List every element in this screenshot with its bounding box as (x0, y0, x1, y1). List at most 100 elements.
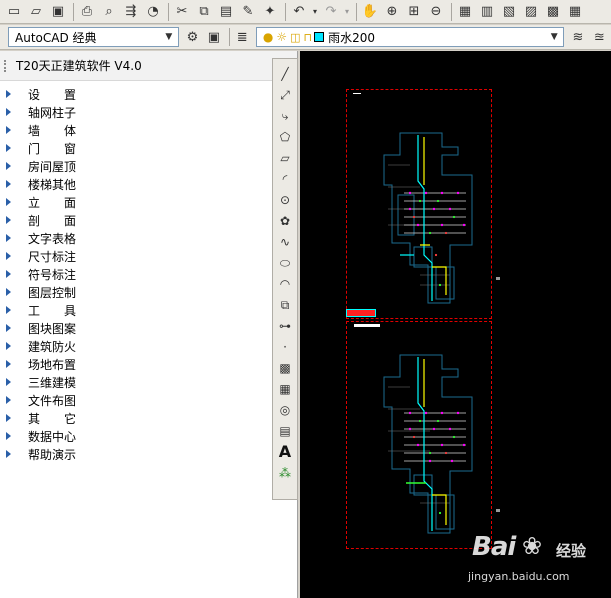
layer-select[interactable]: ● ☼ ◫ ⊓ 雨水200 ▼ (255, 27, 565, 47)
expand-arrow-icon (6, 324, 11, 332)
markup-icon[interactable]: ▩ (543, 2, 563, 22)
hatch-icon[interactable]: ▩ (275, 357, 295, 378)
menu-item-section[interactable]: 剖 面 (0, 211, 297, 229)
menu-item-dimensions[interactable]: 尺寸标注 (0, 247, 297, 265)
add-selected-icon[interactable]: ⁂ (275, 462, 295, 483)
menu-item-tools[interactable]: 工 具 (0, 301, 297, 319)
gradient-icon[interactable]: ▦ (275, 378, 295, 399)
menu-item-label: 帮助演示 (28, 447, 77, 462)
zoom-realtime-icon[interactable]: ⊕ (382, 2, 402, 22)
polyline-icon[interactable]: ⤷ (275, 105, 295, 126)
revision-cloud-icon[interactable]: ✿ (275, 210, 295, 231)
ellipse-icon[interactable]: ⬭ (275, 252, 295, 273)
zoom-previous-icon[interactable]: ⊖ (426, 2, 446, 22)
circle-icon[interactable]: ⊙ (275, 189, 295, 210)
menu-item-label: 文件布图 (28, 393, 77, 408)
copy-icon[interactable]: ⧉ (194, 2, 214, 22)
chevron-down-icon[interactable]: ▼ (547, 30, 561, 44)
layer-freeze-icon[interactable]: ☼ (276, 30, 287, 44)
rectangle-icon[interactable]: ▱ (275, 147, 295, 168)
workspace-select[interactable]: AutoCAD 经典 ▼ (8, 27, 179, 47)
design-center-icon[interactable]: ▥ (477, 2, 497, 22)
arc-icon[interactable]: ◜ (275, 168, 295, 189)
pan-icon[interactable]: ✋ (360, 2, 380, 22)
menu-item-file-layout[interactable]: 文件布图 (0, 391, 297, 409)
redo-icon[interactable]: ↷ (321, 2, 341, 22)
menu-item-other[interactable]: 其 它 (0, 409, 297, 427)
menu-item-settings[interactable]: 设 置 (0, 85, 297, 103)
workspace-save-icon[interactable]: ▣ (204, 27, 223, 47)
menu-item-symbols[interactable]: 符号标注 (0, 265, 297, 283)
grip-handle-icon[interactable] (4, 59, 10, 72)
workspace-settings-icon[interactable]: ⚙ (183, 27, 202, 47)
menu-item-rooms-roofs[interactable]: 房间屋顶 (0, 157, 297, 175)
sheet-set-icon[interactable]: ▨ (521, 2, 541, 22)
watermark-brand-cn: 经验 (556, 542, 587, 560)
construction-line-icon[interactable]: ⤢ (275, 84, 295, 105)
expand-arrow-icon (6, 216, 11, 224)
redo-dropdown-icon[interactable]: ▾ (343, 2, 351, 22)
ellipse-arc-icon[interactable]: ◠ (275, 273, 295, 294)
match-properties-icon[interactable]: ✎ (238, 2, 258, 22)
menu-item-label: 符号标注 (28, 267, 77, 282)
zoom-window-icon[interactable]: ⊞ (404, 2, 424, 22)
table-icon[interactable]: ▤ (275, 420, 295, 441)
menu-item-site-layout[interactable]: 场地布置 (0, 355, 297, 373)
print-icon[interactable]: ⎙ (77, 2, 97, 22)
layer-manager-icon[interactable]: ≣ (233, 27, 252, 47)
menu-item-axis-grid-columns[interactable]: 轴网柱子 (0, 103, 297, 121)
menu-item-label: 立 面 (28, 195, 77, 210)
menu-item-3d-modeling[interactable]: 三维建模 (0, 373, 297, 391)
plumbing-floor-plan-upper (383, 132, 473, 304)
menu-item-fire-protection[interactable]: 建筑防火 (0, 337, 297, 355)
publish-icon[interactable]: ⇶ (121, 2, 141, 22)
toolbar-separator (228, 28, 230, 46)
undo-dropdown-icon[interactable]: ▾ (311, 2, 319, 22)
line-icon[interactable]: ╱ (275, 63, 295, 84)
sheet-edge-marker (496, 277, 500, 280)
make-block-icon[interactable]: ⊶ (275, 315, 295, 336)
layer-vp-freeze-icon[interactable]: ◫ (290, 31, 300, 44)
chevron-down-icon[interactable]: ▼ (162, 30, 176, 44)
make-object-layer-current-icon[interactable]: ≋ (568, 27, 587, 47)
menu-item-text-tables[interactable]: 文字表格 (0, 229, 297, 247)
layer-previous-icon[interactable]: ≊ (590, 27, 609, 47)
expand-arrow-icon (6, 414, 11, 422)
toolbar-separator (451, 2, 452, 21)
layer-lock-icon[interactable]: ⊓ (304, 31, 313, 44)
menu-item-label: 三维建模 (28, 375, 77, 390)
menu-item-blocks-patterns[interactable]: 图块图案 (0, 319, 297, 337)
polygon-icon[interactable]: ⬠ (275, 126, 295, 147)
layer-on-icon[interactable]: ● (263, 30, 273, 44)
point-icon[interactable]: · (275, 336, 295, 357)
properties-icon[interactable]: ▦ (455, 2, 475, 22)
paw-logo-icon: ❀ (522, 532, 543, 560)
block-editor-icon[interactable]: ✦ (260, 2, 280, 22)
tool-palettes-icon[interactable]: ▧ (499, 2, 519, 22)
region-icon[interactable]: ◎ (275, 399, 295, 420)
new-icon[interactable]: ▭ (4, 2, 24, 22)
print-preview-icon[interactable]: ⌕ (99, 2, 119, 22)
menu-item-doors-windows[interactable]: 门 窗 (0, 139, 297, 157)
panel-header[interactable]: T20天正建筑软件 V4.0 (0, 51, 297, 81)
open-icon[interactable]: ▱ (26, 2, 46, 22)
save-icon[interactable]: ▣ (48, 2, 68, 22)
undo-icon[interactable]: ↶ (289, 2, 309, 22)
menu-item-data-center[interactable]: 数据中心 (0, 427, 297, 445)
menu-item-elevation[interactable]: 立 面 (0, 193, 297, 211)
menu-item-walls[interactable]: 墙 体 (0, 121, 297, 139)
multiline-text-icon[interactable]: A (275, 441, 295, 462)
cut-icon[interactable]: ✂ (172, 2, 192, 22)
menu-item-layer-control[interactable]: 图层控制 (0, 283, 297, 301)
menu-item-help-demo[interactable]: 帮助演示 (0, 445, 297, 463)
menu-item-stairs-other[interactable]: 楼梯其他 (0, 175, 297, 193)
menu-item-label: 文字表格 (28, 231, 77, 246)
3d-publish-icon[interactable]: ◔ (143, 2, 163, 22)
expand-arrow-icon (6, 108, 11, 116)
watermark-brand: Bai (472, 532, 516, 562)
drawing-canvas[interactable] (300, 51, 611, 598)
insert-block-icon[interactable]: ⧉ (275, 294, 295, 315)
calculator-icon[interactable]: ▦ (565, 2, 585, 22)
spline-icon[interactable]: ∿ (275, 231, 295, 252)
paste-icon[interactable]: ▤ (216, 2, 236, 22)
